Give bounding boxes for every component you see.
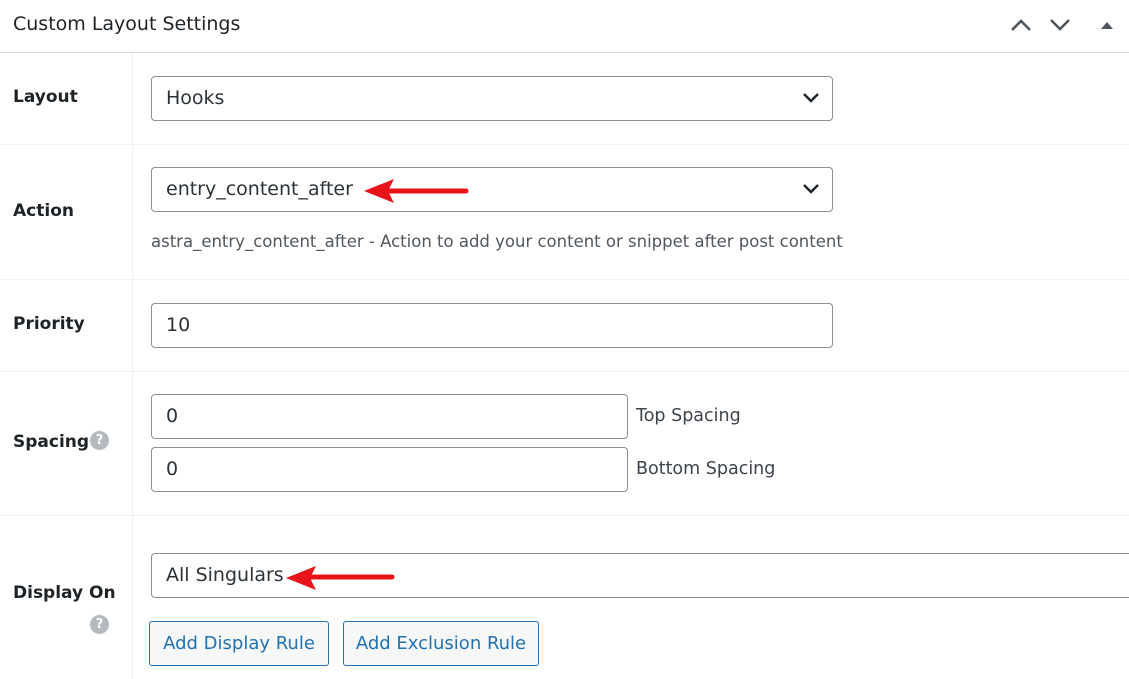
action-row: Action entry_content_after astra_entry_c…: [0, 145, 1129, 280]
chevron-down-icon: [1050, 19, 1070, 31]
add-display-rule-button[interactable]: Add Display Rule: [149, 621, 329, 666]
annotation-arrow-action: [364, 179, 469, 203]
priority-label: Priority: [13, 314, 85, 334]
priority-row: Priority 10: [0, 280, 1129, 372]
top-spacing-label: Top Spacing: [636, 406, 741, 426]
layout-row: Layout Hooks: [0, 53, 1129, 145]
bottom-spacing-input[interactable]: 0: [151, 447, 628, 492]
chevron-down-icon: [803, 93, 819, 103]
display-on-select-value: All Singulars: [166, 564, 284, 586]
collapse-panel-button[interactable]: [1092, 10, 1122, 40]
priority-input-value: 10: [166, 314, 191, 336]
action-description: astra_entry_content_after - Action to ad…: [151, 232, 843, 251]
action-select[interactable]: entry_content_after: [151, 167, 833, 212]
bottom-spacing-value: 0: [166, 458, 179, 480]
panel-title: Custom Layout Settings: [13, 13, 241, 35]
panel-header: Custom Layout Settings: [0, 0, 1129, 53]
caret-up-icon: [1101, 22, 1113, 29]
action-label-cell: Action: [0, 145, 133, 279]
display-on-label: Display On: [13, 583, 116, 603]
spacing-row: Spacing ? 0 Top Spacing 0 Bottom Spacing: [0, 372, 1129, 516]
action-select-value: entry_content_after: [166, 178, 353, 200]
move-down-button[interactable]: [1045, 10, 1075, 40]
top-spacing-input[interactable]: 0: [151, 394, 628, 439]
spacing-label: Spacing: [13, 432, 90, 452]
layout-select[interactable]: Hooks: [151, 76, 833, 121]
chevron-up-icon: [1011, 19, 1031, 31]
spacing-help-icon[interactable]: ?: [90, 431, 109, 450]
spacing-label-cell: Spacing ?: [0, 372, 133, 515]
priority-input[interactable]: 10: [151, 303, 833, 348]
layout-label: Layout: [13, 87, 78, 107]
display-on-label-cell: Display On ?: [0, 516, 133, 679]
move-up-button[interactable]: [1006, 10, 1036, 40]
add-exclusion-rule-button[interactable]: Add Exclusion Rule: [343, 621, 539, 666]
action-label: Action: [13, 201, 74, 221]
layout-label-cell: Layout: [0, 53, 133, 144]
top-spacing-value: 0: [166, 405, 179, 427]
layout-select-value: Hooks: [166, 87, 225, 109]
display-on-help-icon[interactable]: ?: [90, 615, 109, 634]
priority-label-cell: Priority: [0, 280, 133, 371]
chevron-down-icon: [803, 184, 819, 194]
bottom-spacing-label: Bottom Spacing: [636, 459, 776, 479]
annotation-arrow-display-on: [286, 566, 395, 590]
